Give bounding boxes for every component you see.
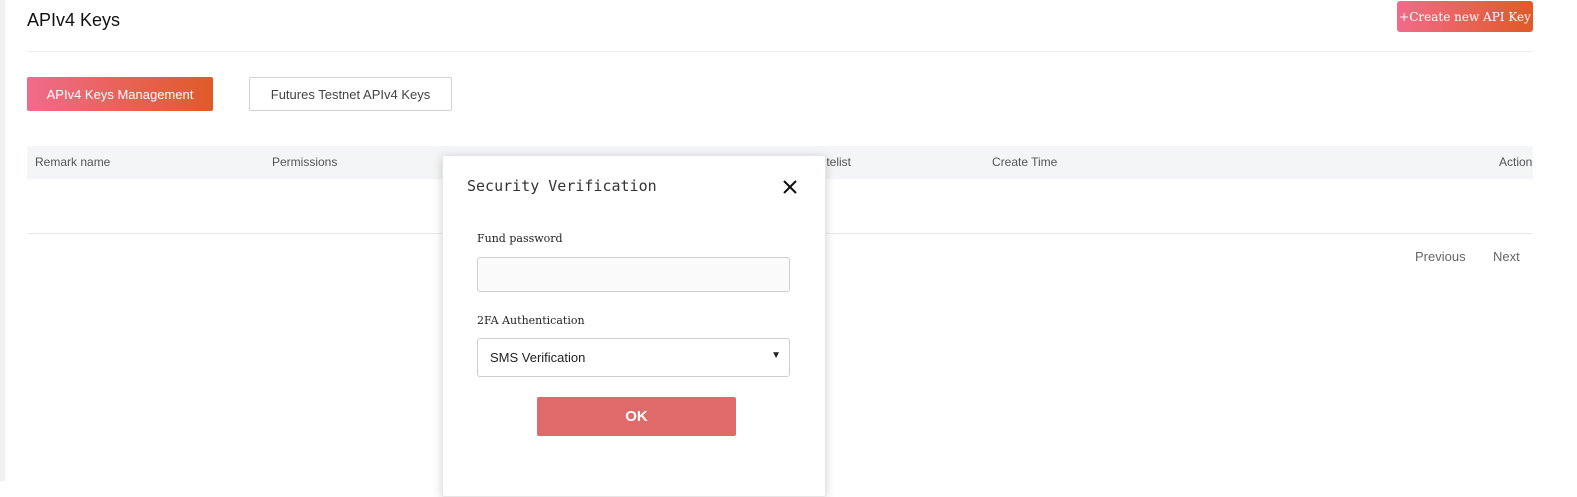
previous-page-button[interactable]: Previous	[1415, 249, 1466, 264]
twofa-label: 2FA Authentication	[477, 314, 585, 327]
caret-down-icon: ▼	[771, 350, 781, 361]
modal-title: Security Verification	[467, 177, 657, 195]
fund-password-label: Fund password	[477, 232, 563, 245]
ok-button[interactable]: OK	[537, 397, 736, 436]
column-create-time: Create Time	[992, 155, 1058, 169]
next-page-button[interactable]: Next	[1493, 249, 1520, 264]
column-remark-name: Remark name	[35, 155, 111, 169]
twofa-select[interactable]: SMS Verification ▼	[477, 338, 790, 377]
close-icon[interactable]	[780, 177, 800, 197]
header-divider	[27, 51, 1533, 52]
fund-password-input[interactable]	[477, 257, 790, 292]
security-verification-modal: Security Verification Fund password 2FA …	[442, 155, 826, 497]
column-permissions: Permissions	[272, 155, 338, 169]
twofa-selected-value: SMS Verification	[490, 350, 586, 365]
create-api-key-button[interactable]: +Create new API Key	[1397, 1, 1533, 32]
tab-futures-testnet-apiv4-keys[interactable]: Futures Testnet APIv4 Keys	[249, 77, 452, 111]
column-action: Action	[1499, 155, 1533, 169]
left-rail	[0, 0, 5, 481]
page-title: APIv4 Keys	[27, 10, 121, 30]
tab-apiv4-keys-management[interactable]: APIv4 Keys Management	[27, 77, 213, 111]
